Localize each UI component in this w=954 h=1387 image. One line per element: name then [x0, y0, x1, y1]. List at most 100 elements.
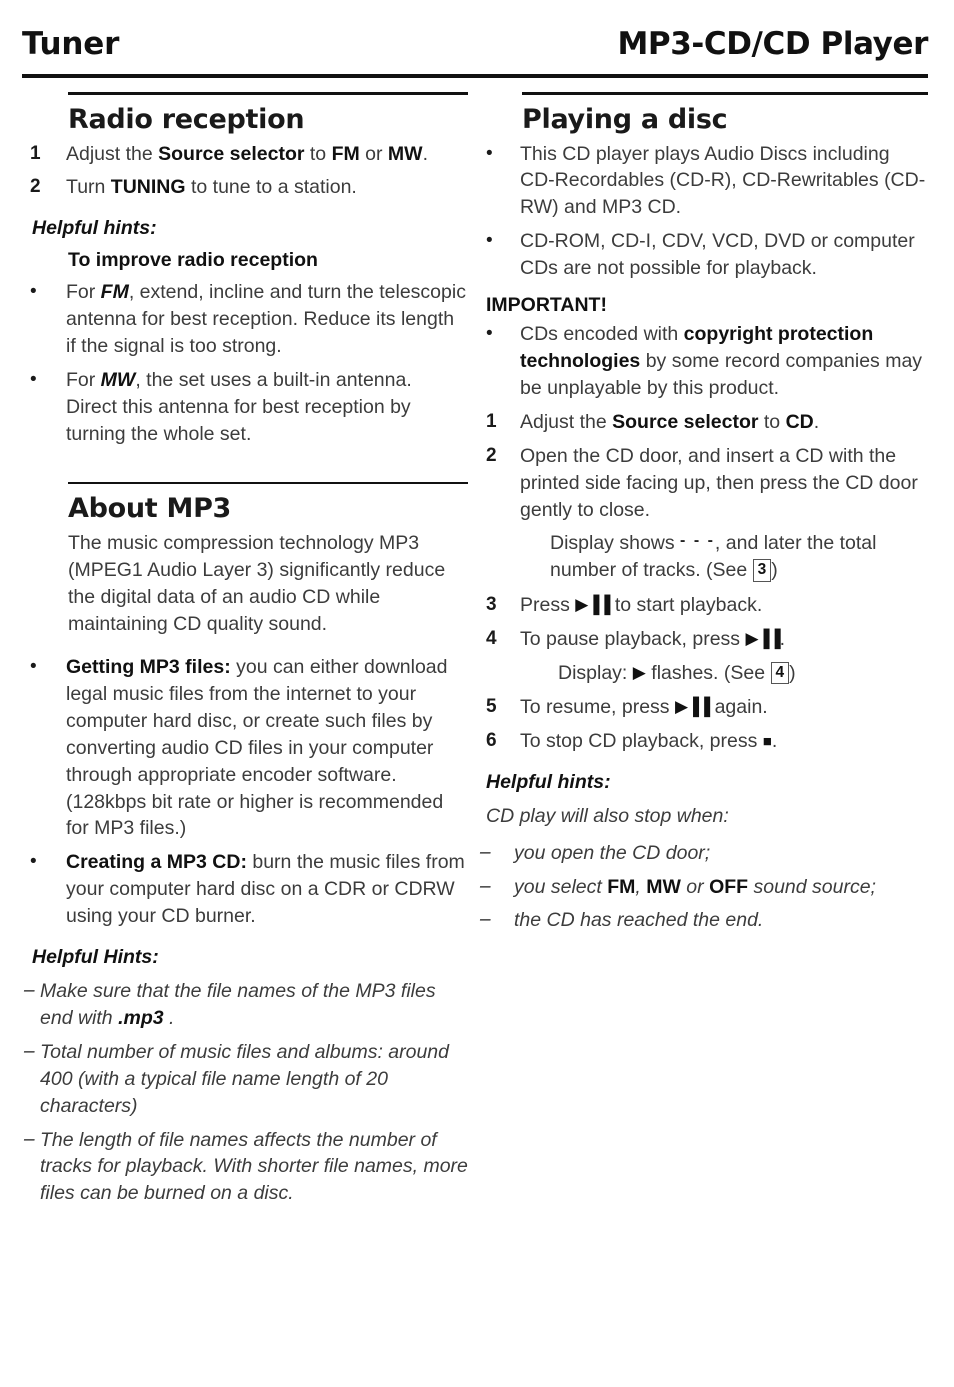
- play-icon: ▶: [632, 663, 646, 683]
- about-mp3-intro: The music compression technology MP3 (MP…: [68, 532, 446, 636]
- step-emphasis-fm: FM: [331, 142, 360, 165]
- hint-item: – you select FM, MW or OFF sound source;: [478, 874, 928, 901]
- bullet-text: For MW, the set uses a built-in antenna.…: [66, 367, 468, 448]
- bullet-icon: •: [30, 655, 37, 677]
- helpful-hints-label: Helpful hints:: [486, 770, 611, 793]
- numbered-step: 5 To resume, press ▶▐▐ again.: [478, 694, 928, 721]
- step-number: 2: [486, 444, 497, 466]
- important-bullet-text: CDs encoded with copyright protection te…: [520, 321, 928, 402]
- step-emphasis-cd: CD: [785, 410, 814, 433]
- bullet-icon: •: [486, 230, 493, 252]
- dash-icon: –: [480, 909, 491, 931]
- numbered-step: 6 To stop CD playback, press ■.: [478, 728, 928, 755]
- left-column: Radio reception 1 Adjust the Source sele…: [22, 92, 468, 1214]
- hint-item: – Make sure that the file names of the M…: [22, 978, 468, 1032]
- important-label: IMPORTANT!: [486, 294, 607, 317]
- step-emphasis: Source selector: [158, 142, 305, 165]
- bullet-lead-bold: Creating a MP3 CD:: [66, 851, 247, 874]
- hint-lead: you select: [514, 875, 608, 898]
- bullet-icon: •: [30, 281, 37, 303]
- play-pause-icon: ▶▐▐: [575, 595, 610, 615]
- page-header: Tuner MP3-CD/CD Player: [22, 26, 928, 62]
- step-text: To stop CD playback, press ■.: [520, 728, 928, 755]
- dash-icon: –: [24, 1128, 35, 1150]
- bullet-text: For FM, extend, incline and turn the tel…: [66, 279, 468, 360]
- numbered-step: 1 Adjust the Source selector to FM or MW…: [22, 141, 468, 168]
- numbered-step: 2 Turn TUNING to tune to a station.: [22, 174, 468, 201]
- step-text-lead: Adjust the: [66, 142, 159, 165]
- hint-bold-off: OFF: [709, 875, 749, 898]
- step-tail: .: [779, 628, 786, 651]
- numbered-step: 3 Press ▶▐▐ to start playback.: [478, 592, 928, 619]
- display-note-flashes: Display: ▶ flashes. (See 4): [558, 660, 928, 687]
- step-emphasis-tuning: TUNING: [110, 176, 186, 199]
- bullet-rest: you can either download legal music file…: [66, 655, 448, 840]
- step-text-tail: to tune to a station.: [185, 176, 357, 199]
- step-number: 2: [30, 176, 41, 198]
- step-tail: again.: [709, 695, 768, 718]
- section-title-about-mp3: About MP3: [68, 493, 232, 525]
- dash-icon: –: [24, 1040, 35, 1062]
- numbered-step: 4 To pause playback, press ▶▐▐.: [478, 626, 928, 653]
- step-number: 1: [30, 142, 41, 164]
- hint-item: – the CD has reached the end.: [478, 907, 928, 934]
- hint-rest: .: [163, 1006, 175, 1029]
- step-text-or: or: [359, 142, 388, 165]
- bullet-emphasis: MW: [100, 369, 136, 392]
- important-bullet: • CDs encoded with copyright protection …: [478, 321, 928, 402]
- play-pause-icon: ▶▐▐: [674, 696, 710, 716]
- bullet-icon: •: [30, 369, 37, 391]
- bullet-lead: For: [66, 281, 101, 304]
- step-number: 4: [486, 628, 497, 650]
- hint-text: Make sure that the file names of the MP3…: [40, 978, 468, 1032]
- dashes-display-icon: - - -: [680, 532, 715, 550]
- hint-item: – The length of file names affects the n…: [22, 1127, 468, 1208]
- step-emphasis-mw: MW: [387, 142, 423, 165]
- right-column: Playing a disc • This CD player plays Au…: [478, 92, 928, 941]
- helpful-hints-label: Helpful hints:: [32, 217, 157, 240]
- bullet-icon: •: [30, 851, 37, 873]
- section-title-playing-a-disc: Playing a disc: [522, 103, 728, 135]
- bullet-text: Creating a MP3 CD: burn the music files …: [66, 849, 468, 930]
- hint-text: Total number of music files and albums: …: [40, 1040, 449, 1117]
- header-title-right: MP3-CD/CD Player: [617, 26, 928, 62]
- step-tail: .: [771, 729, 778, 752]
- hint-lead: Make sure that the file names of the MP3…: [40, 980, 436, 1029]
- display-note-tail: ): [789, 662, 796, 685]
- manual-page: Tuner MP3-CD/CD Player Radio reception 1…: [0, 0, 954, 1387]
- bullet-lead-bold: Getting MP3 files:: [66, 655, 231, 678]
- hint-bold-fm: FM: [607, 875, 636, 898]
- stop-icon: ■: [762, 732, 772, 750]
- step-number: 5: [486, 695, 497, 717]
- bullet-text: CD-ROM, CD-I, CDV, VCD, DVD or computer …: [520, 230, 915, 280]
- step-lead: Press: [520, 594, 576, 617]
- display-note-lead: Display shows: [550, 532, 681, 555]
- step-mid: to: [758, 410, 786, 433]
- step-text: Open the CD door, and insert a CD with t…: [520, 444, 918, 521]
- bullet-icon: •: [486, 323, 493, 345]
- dash-icon: –: [480, 841, 491, 863]
- step-emphasis-source: Source selector: [612, 410, 759, 433]
- figure-reference-box: 4: [770, 662, 790, 685]
- step-text-lead: Turn: [66, 176, 111, 199]
- bullet-emphasis: FM: [100, 281, 129, 304]
- bullet-item: • For MW, the set uses a built-in antenn…: [22, 367, 468, 448]
- step-number: 1: [486, 410, 497, 432]
- hint-sep-2: or: [680, 875, 710, 898]
- step-number: 3: [486, 594, 497, 616]
- numbered-step: 2 Open the CD door, and insert a CD with…: [478, 443, 928, 524]
- figure-reference-box: 3: [752, 559, 772, 582]
- step-tail: to start playback.: [609, 594, 763, 617]
- step-tail: .: [813, 410, 820, 433]
- hint-item: – Total number of music files and albums…: [22, 1039, 468, 1120]
- display-note-tracks: Display shows - - -, and later the total…: [550, 530, 928, 584]
- bullet-lead: For: [66, 369, 101, 392]
- step-text: To pause playback, press ▶▐▐.: [520, 626, 928, 653]
- step-number: 6: [486, 729, 497, 751]
- hint-text: The length of file names affects the num…: [40, 1128, 468, 1205]
- bullet-icon: •: [486, 142, 493, 164]
- step-text: Adjust the Source selector to FM or MW.: [66, 141, 468, 168]
- section-title-radio-reception: Radio reception: [68, 103, 305, 135]
- about-mp3-divider: [68, 481, 468, 485]
